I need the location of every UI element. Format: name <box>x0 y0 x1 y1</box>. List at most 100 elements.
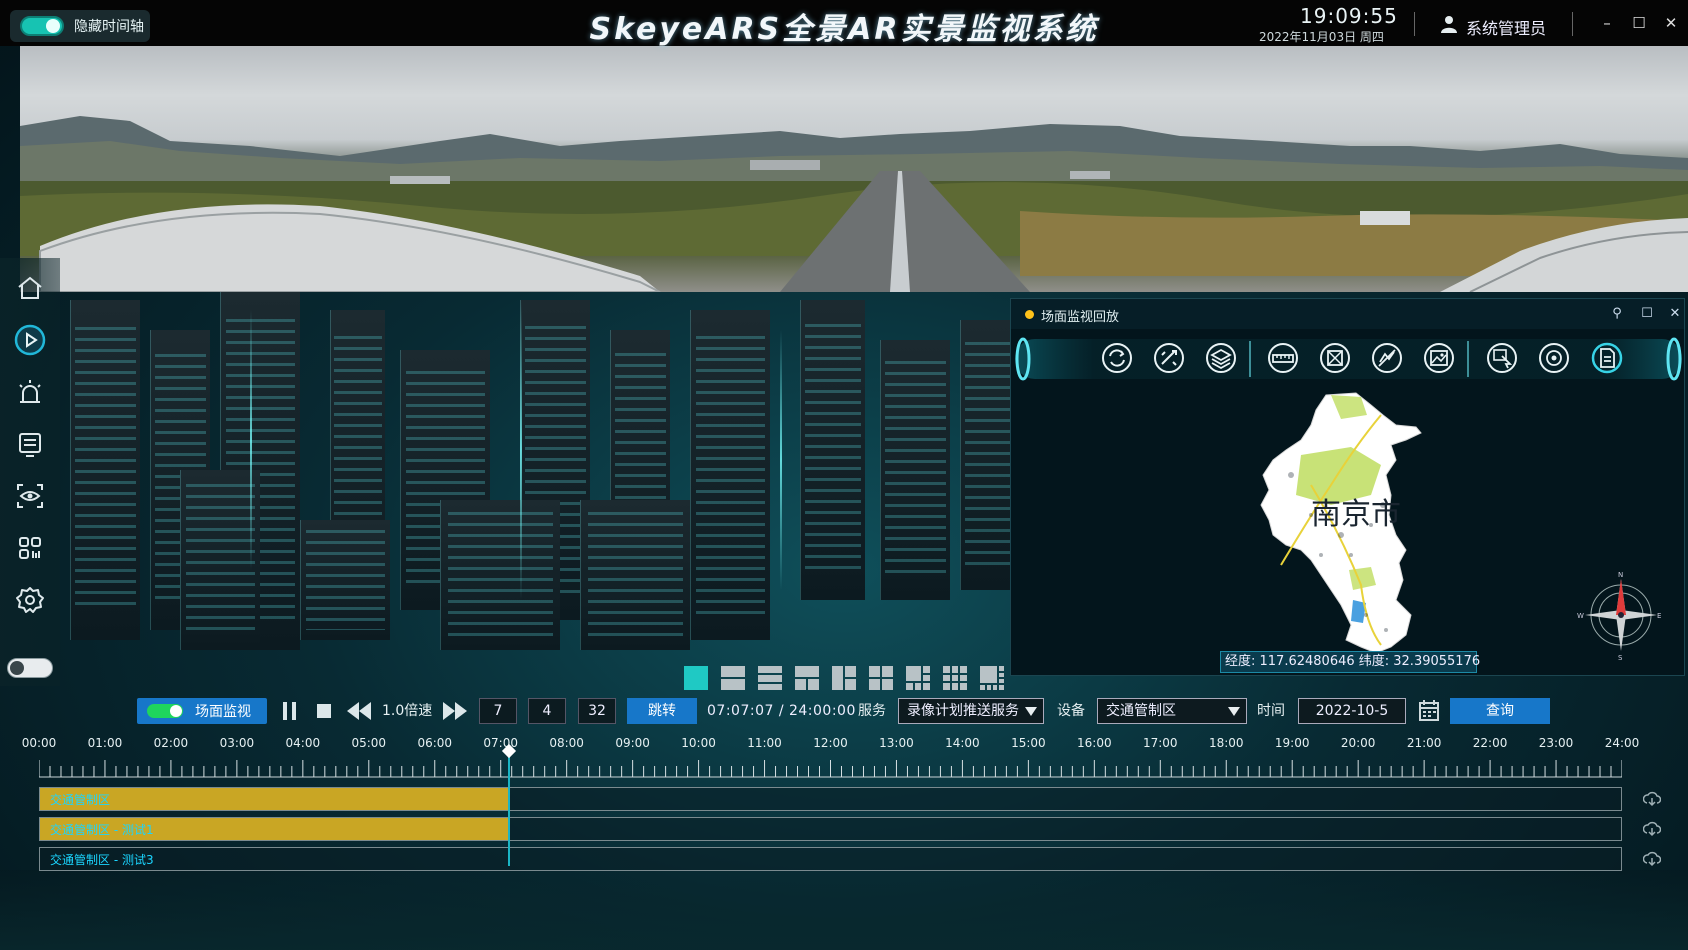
no-area-icon[interactable] <box>1369 340 1405 376</box>
timeline-hour-label: 19:00 <box>1274 736 1310 750</box>
layers-icon[interactable] <box>1203 340 1239 376</box>
timeline-hour-label: 24:00 <box>1604 736 1640 750</box>
download-cloud-icon[interactable] <box>1643 821 1661 837</box>
layout-4-icon[interactable] <box>794 665 820 691</box>
layout-7-icon[interactable] <box>905 665 931 691</box>
play-circle-icon[interactable] <box>14 324 46 356</box>
download-cloud-shape <box>1643 791 1661 807</box>
background-building <box>180 470 260 650</box>
eye-scan-icon[interactable] <box>14 480 46 512</box>
target-icon[interactable] <box>1536 340 1572 376</box>
calendar-icon[interactable] <box>1418 698 1440 724</box>
user-name[interactable]: 系统管理员 <box>1466 15 1546 39</box>
home-icon[interactable] <box>14 272 46 304</box>
timeline-hour-label: 13:00 <box>879 736 914 750</box>
popup-header[interactable]: 场面监视回放 ⚲ ☐ ✕ <box>1011 299 1684 329</box>
rewind-icon[interactable] <box>345 698 373 724</box>
download-cloud-icon[interactable] <box>1643 791 1661 807</box>
layout-9-icon[interactable] <box>979 665 1005 691</box>
background-building <box>580 500 690 650</box>
layout-3-icon[interactable] <box>757 665 783 691</box>
timeline-cursor[interactable] <box>507 750 510 866</box>
area-icon[interactable] <box>1317 340 1353 376</box>
layout-6-icon[interactable] <box>868 665 894 691</box>
layout-2-icon[interactable] <box>720 665 746 691</box>
list-icon[interactable] <box>14 428 46 460</box>
mode-switch-icon[interactable] <box>147 704 183 718</box>
speed-label[interactable]: 1.0倍速 <box>382 698 432 724</box>
minimize-icon[interactable]: – <box>1598 14 1616 32</box>
timeline-hour-label: 05:00 <box>351 736 387 750</box>
timeline-hour-label: 03:00 <box>219 736 255 750</box>
timeline-ruler[interactable] <box>39 758 1622 778</box>
background-building <box>300 520 390 640</box>
timeline[interactable]: 00:00 01:00 02:00 03:00 04:00 05:00 06:00 07:00… <box>0 730 1688 871</box>
second-input[interactable]: 32 <box>578 698 616 724</box>
timeline-track[interactable]: 交通管制区 <box>39 787 1622 811</box>
timeline-hour-label: 11:00 <box>747 736 782 750</box>
alarm-icon[interactable] <box>14 376 46 408</box>
layout-1-icon[interactable] <box>683 665 709 691</box>
download-cloud-icon[interactable] <box>1643 851 1661 867</box>
document-icon[interactable] <box>1589 340 1625 376</box>
sidebar-toggle-switch[interactable] <box>7 658 53 678</box>
image-icon[interactable] <box>1421 340 1457 376</box>
maximize-icon[interactable]: ☐ <box>1630 14 1648 32</box>
service-label: 服务 <box>858 703 886 719</box>
timeline-track[interactable]: 交通管制区 - 测试3 <box>39 847 1622 871</box>
service-select[interactable]: 录像计划推送服务 <box>898 698 1044 724</box>
scene-monitor-mode-button[interactable]: 场面监视 <box>137 698 267 724</box>
grid-icon[interactable] <box>14 532 46 564</box>
popup-title: 场面监视回放 <box>1041 310 1120 325</box>
close-icon[interactable]: ✕ <box>1662 14 1680 32</box>
chevron-down-icon <box>1025 707 1037 716</box>
layout-8-icon[interactable] <box>942 665 968 691</box>
cursor-icon[interactable] <box>1484 340 1520 376</box>
date-input[interactable]: 2022-10-5 <box>1298 698 1406 724</box>
background-building <box>880 340 950 600</box>
jump-button[interactable]: 跳转 <box>627 698 697 724</box>
chevron-down-icon <box>1228 707 1240 716</box>
status-dot-icon <box>1025 310 1034 319</box>
fast-forward-icon[interactable] <box>441 698 469 724</box>
background-light-beam <box>250 310 252 570</box>
device-select[interactable]: 交通管制区 <box>1097 698 1247 724</box>
background-light-beam <box>520 300 522 600</box>
layout-5-icon[interactable] <box>831 665 857 691</box>
timeline-hour-label: 08:00 <box>549 736 584 750</box>
close-icon[interactable]: ✕ <box>1666 305 1684 323</box>
user-icon[interactable] <box>1440 15 1458 33</box>
timeline-track[interactable]: 交通管制区 - 测试1 <box>39 817 1622 841</box>
panorama-image <box>20 116 1688 292</box>
timeline-hour-label: 22:00 <box>1472 736 1508 750</box>
toolbar-divider <box>1467 341 1469 377</box>
app-title: SkeyeARS全景AR实景监视系统 <box>589 12 1099 47</box>
bottom-background <box>0 870 1688 950</box>
clock-date: 2022年11月03日 周四 <box>1259 30 1384 44</box>
hour-input[interactable]: 7 <box>479 698 517 724</box>
maximize-icon[interactable]: ☐ <box>1638 305 1656 323</box>
pin-icon[interactable]: ⚲ <box>1608 305 1626 323</box>
track-label: 交通管制区 - 测试3 <box>50 853 154 867</box>
stop-icon[interactable] <box>314 698 334 724</box>
timeline-hour-label: 04:00 <box>285 736 321 750</box>
panorama-view[interactable] <box>20 46 1688 292</box>
timeline-hour-label: 23:00 <box>1538 736 1574 750</box>
coordinate-readout: 经度: 117.62480646 纬度: 32.39055176 <box>1220 651 1480 673</box>
background-building <box>690 310 770 640</box>
svg-text:E: E <box>1657 612 1661 620</box>
header-divider <box>1414 12 1415 36</box>
edit-map-icon[interactable] <box>1151 340 1187 376</box>
timeline-hour-label: 17:00 <box>1142 736 1178 750</box>
gear-icon[interactable] <box>14 584 46 616</box>
background-light-beam <box>780 330 782 590</box>
timeline-hour-label: 12:00 <box>813 736 848 750</box>
svg-text:S: S <box>1618 654 1623 662</box>
ruler-icon[interactable] <box>1265 340 1301 376</box>
refresh-icon[interactable] <box>1099 340 1135 376</box>
track-label: 交通管制区 - 测试1 <box>50 823 154 837</box>
pause-icon[interactable] <box>280 698 300 724</box>
recording-segment[interactable] <box>40 788 510 810</box>
query-button[interactable]: 查询 <box>1450 698 1550 724</box>
minute-input[interactable]: 4 <box>528 698 566 724</box>
